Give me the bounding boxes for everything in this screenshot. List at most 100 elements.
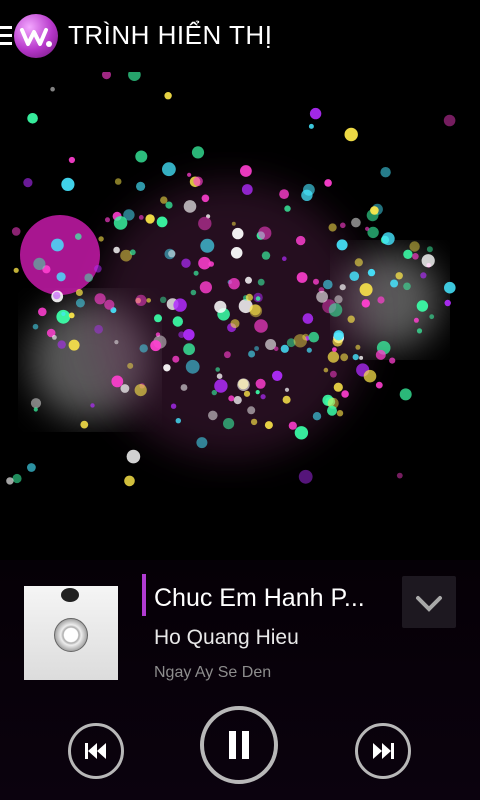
visualizer-particle bbox=[332, 347, 337, 352]
visualizer-particle bbox=[355, 344, 361, 350]
visualizer-particle bbox=[279, 189, 289, 199]
visualizer-particle bbox=[98, 236, 104, 242]
visualizer-particle bbox=[370, 206, 379, 215]
visualizer-particle bbox=[56, 272, 66, 282]
visualizer-particle bbox=[75, 298, 85, 308]
visualizer-particle bbox=[190, 289, 197, 296]
visualizer-particle bbox=[349, 271, 360, 281]
visualizer-particle bbox=[328, 303, 343, 317]
visualizer-particle bbox=[104, 299, 115, 310]
visualizer-particle bbox=[163, 364, 171, 372]
visualizer-particle bbox=[94, 265, 102, 273]
visualizer-particle bbox=[233, 396, 242, 405]
visualizer-particle bbox=[138, 215, 144, 220]
visualizer-glow bbox=[20, 215, 100, 295]
visualizer-particle bbox=[185, 359, 200, 374]
visualizer-particle bbox=[216, 373, 223, 380]
collapse-button[interactable] bbox=[402, 576, 456, 628]
visualizer-particle bbox=[365, 226, 370, 231]
visualizer-particle bbox=[282, 256, 287, 261]
visualizer-particle bbox=[105, 217, 110, 223]
visualizer-particle bbox=[245, 293, 253, 301]
previous-button[interactable] bbox=[68, 723, 124, 779]
visualizer-particle bbox=[389, 357, 396, 364]
now-playing-panel: Chuc Em Hanh P... Ho Quang Hieu Ngay Ay … bbox=[0, 560, 480, 800]
visualizer-particle bbox=[367, 268, 376, 277]
visualizer-particle bbox=[232, 227, 244, 240]
visualizer-particle bbox=[154, 314, 162, 323]
visualizer-particle bbox=[296, 235, 306, 246]
visualizer-particle bbox=[380, 167, 391, 178]
visualizer-particle bbox=[313, 278, 319, 285]
walkman-logo-icon[interactable] bbox=[14, 14, 58, 58]
visualizer-particle bbox=[359, 355, 364, 360]
visualizer-particle bbox=[181, 258, 191, 268]
visualizer-particle bbox=[135, 150, 148, 163]
visualizer-particle bbox=[444, 281, 456, 294]
visualizer-particle bbox=[30, 398, 42, 409]
visualizer-particle bbox=[13, 267, 19, 273]
visualizer-particle bbox=[128, 72, 141, 81]
visualizer-particle bbox=[61, 311, 66, 316]
visualizer-particle bbox=[146, 298, 151, 303]
visualizer-particle bbox=[113, 216, 128, 230]
visualizer-particle bbox=[139, 344, 148, 353]
visualizer-particle bbox=[444, 299, 451, 307]
visualizer-particle bbox=[50, 86, 55, 92]
chevron-down-icon bbox=[416, 596, 442, 612]
visualizer-particle bbox=[306, 347, 312, 353]
pause-button[interactable] bbox=[200, 706, 278, 784]
visualizer-particle bbox=[261, 251, 271, 260]
visualizer-particle bbox=[183, 200, 197, 213]
visualizer-particle bbox=[324, 179, 332, 187]
visualizer-particle bbox=[102, 72, 111, 80]
visualizer-particle bbox=[33, 257, 46, 270]
visualizer-particle bbox=[214, 300, 227, 313]
visualizer-particle bbox=[150, 340, 162, 352]
visualizer-particle bbox=[178, 331, 185, 339]
visualizer-particle bbox=[53, 291, 61, 300]
visualizer-particle bbox=[336, 410, 344, 417]
visualizer-particle bbox=[127, 362, 134, 369]
visualizer-particle bbox=[136, 181, 146, 191]
visualizer-particle bbox=[183, 329, 195, 341]
next-button[interactable] bbox=[355, 723, 411, 779]
visualizer-particle bbox=[68, 312, 75, 319]
visualizer-particle bbox=[145, 214, 155, 224]
visualizer-particle bbox=[198, 216, 212, 231]
visualizer-particle bbox=[344, 127, 358, 142]
visualizer-particle bbox=[412, 253, 419, 260]
menu-icon[interactable] bbox=[0, 26, 12, 46]
visualizer-particle bbox=[228, 395, 235, 402]
visualizer-particle bbox=[231, 221, 236, 226]
visualizer-particle bbox=[264, 421, 273, 430]
visualizer-particle bbox=[333, 382, 343, 392]
visualizer-particle bbox=[403, 249, 413, 259]
visualizer-particle bbox=[193, 270, 199, 276]
visualizer-particle bbox=[75, 233, 82, 240]
visualizer-particle bbox=[27, 113, 38, 124]
visualizer-particle bbox=[284, 387, 290, 392]
album-art[interactable] bbox=[24, 586, 118, 680]
visualizer-particle bbox=[273, 346, 279, 352]
visualizer-particle bbox=[421, 254, 435, 268]
visualizer-particle bbox=[258, 226, 272, 240]
visualizer-particle bbox=[257, 278, 265, 286]
visualizer-particle bbox=[94, 324, 103, 334]
visualizer-particle bbox=[94, 293, 106, 305]
visualizer-particle bbox=[354, 258, 363, 267]
song-title[interactable]: Chuc Em Hanh P... bbox=[154, 584, 365, 613]
visualizer-particle bbox=[51, 238, 64, 252]
visualizer-particle bbox=[68, 156, 75, 164]
visualizer-particle bbox=[302, 313, 314, 324]
visualizer-particle bbox=[293, 334, 307, 348]
visualizer-particle bbox=[11, 227, 21, 236]
visualizer-particle bbox=[375, 381, 383, 389]
album-name: Ngay Ay Se Den bbox=[154, 664, 272, 681]
visualizer-particle bbox=[396, 472, 403, 479]
visualizer-particle bbox=[416, 328, 423, 334]
skip-previous-icon bbox=[85, 743, 106, 759]
visualizer-particle bbox=[390, 279, 399, 288]
visualizer-particle bbox=[351, 217, 361, 228]
visualizer-particle bbox=[413, 317, 419, 323]
